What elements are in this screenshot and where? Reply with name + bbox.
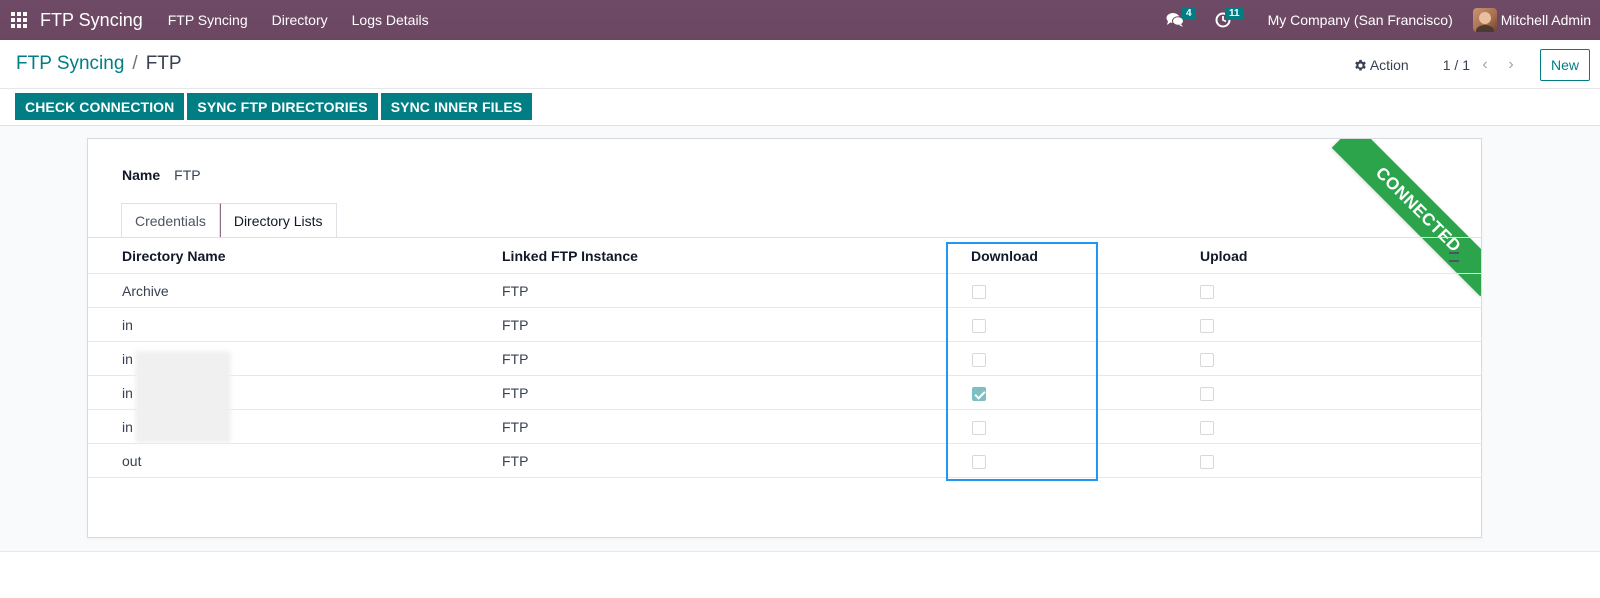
ftp-instance-cell: FTP — [502, 452, 529, 469]
download-checkbox[interactable] — [972, 454, 986, 469]
action-menu-button[interactable]: Action — [1354, 57, 1409, 73]
ftp-instance-cell: FTP — [502, 282, 529, 299]
column-header-directory-name[interactable]: Directory Name — [88, 248, 502, 264]
directory-name-cell: out — [122, 452, 142, 469]
control-panel-actions: Action 1 / 1 ‹ › New — [1354, 49, 1590, 81]
upload-checkbox[interactable] — [1200, 284, 1214, 299]
upload-checkbox[interactable] — [1200, 454, 1214, 469]
company-switcher[interactable]: My Company (San Francisco) — [1268, 12, 1453, 28]
column-header-linked-ftp-instance[interactable]: Linked FTP Instance — [502, 248, 936, 264]
breadcrumb: FTP Syncing / FTP — [16, 53, 182, 75]
name-label: Name — [122, 167, 161, 183]
download-checkbox[interactable] — [972, 420, 986, 435]
breadcrumb-current: FTP — [145, 53, 182, 74]
form-sheet: CONNECTED Name FTP Credentials Directory… — [87, 138, 1482, 538]
activities-count-badge: 11 — [1224, 7, 1244, 20]
pager-next-icon[interactable]: › — [1504, 56, 1518, 74]
header-buttons: CHECK CONNECTION SYNC FTP DIRECTORIES SY… — [15, 93, 535, 120]
tab-credentials[interactable]: Credentials — [121, 203, 220, 238]
main-menu: FTP Syncing Directory Logs Details — [156, 0, 441, 40]
action-label: Action — [1369, 57, 1409, 73]
menu-item-ftp-syncing[interactable]: FTP Syncing — [156, 0, 260, 40]
ftp-instance-cell: FTP — [502, 384, 529, 401]
menu-item-logs-details[interactable]: Logs Details — [340, 0, 441, 40]
download-checkbox[interactable] — [972, 318, 986, 333]
breadcrumb-parent-link[interactable]: FTP Syncing — [16, 53, 124, 75]
download-checkbox[interactable] — [972, 352, 986, 367]
table-header: Directory Name Linked FTP Instance Downl… — [88, 238, 1481, 274]
upload-checkbox[interactable] — [1200, 352, 1214, 367]
table-row[interactable]: in FTP — [88, 342, 1481, 376]
download-checkbox[interactable] — [972, 284, 986, 299]
name-field: Name FTP — [122, 167, 201, 183]
control-panel-divider — [0, 88, 1600, 89]
check-connection-button[interactable]: CHECK CONNECTION — [15, 93, 185, 120]
gear-icon — [1355, 59, 1366, 71]
app-brand[interactable]: FTP Syncing — [40, 10, 143, 31]
upload-checkbox[interactable] — [1200, 420, 1214, 435]
new-record-button[interactable]: New — [1539, 49, 1590, 81]
sync-ftp-directories-button[interactable]: SYNC FTP DIRECTORIES — [187, 93, 378, 120]
user-name: Mitchell Admin — [1500, 12, 1591, 28]
upload-checkbox[interactable] — [1200, 318, 1214, 333]
table-row[interactable]: Archive FTP — [88, 274, 1481, 308]
table-row[interactable]: in FTP — [88, 308, 1481, 342]
activities-button[interactable]: 11 — [1210, 0, 1244, 40]
messages-count-badge: 4 — [1182, 7, 1196, 20]
table-row[interactable]: out FTP — [88, 444, 1481, 478]
table-row[interactable]: in FTP — [88, 410, 1481, 444]
ftp-instance-cell: FTP — [502, 350, 529, 367]
name-value[interactable]: FTP — [174, 167, 200, 183]
apps-menu-icon[interactable] — [11, 12, 27, 28]
menu-item-directory[interactable]: Directory — [260, 0, 340, 40]
pager-previous-icon[interactable]: ‹ — [1478, 56, 1492, 74]
ftp-instance-cell: FTP — [502, 418, 529, 435]
directory-name-cell: Archive — [122, 282, 169, 299]
column-header-download[interactable]: Download — [936, 248, 1200, 264]
tab-directory-lists[interactable]: Directory Lists — [219, 203, 337, 238]
sync-inner-files-button[interactable]: SYNC INNER FILES — [380, 93, 533, 120]
chat-icon — [1166, 13, 1184, 27]
messages-button[interactable]: 4 — [1162, 0, 1196, 40]
ftp-instance-cell: FTP — [502, 316, 529, 333]
redacted-text-blur — [135, 351, 231, 443]
column-header-upload[interactable]: Upload — [1200, 248, 1481, 264]
table-row[interactable]: in FTP — [88, 376, 1481, 410]
directory-list-table: Directory Name Linked FTP Instance Downl… — [88, 238, 1481, 478]
navbar-systray: 4 11 My Company (San Francisco) Mitchell… — [1162, 0, 1600, 40]
user-menu[interactable]: Mitchell Admin — [1472, 8, 1591, 32]
optional-columns-toggle-icon[interactable] — [1449, 252, 1459, 262]
download-checkbox[interactable] — [972, 386, 986, 401]
upload-checkbox[interactable] — [1200, 386, 1214, 401]
bottom-area — [0, 552, 1600, 598]
breadcrumb-separator: / — [132, 53, 138, 74]
avatar — [1472, 8, 1497, 32]
control-panel: FTP Syncing / FTP Action 1 / 1 ‹ › New C… — [0, 40, 1600, 126]
directory-name-cell: in — [122, 316, 133, 333]
pager-value[interactable]: 1 / 1 — [1443, 57, 1470, 73]
notebook-tabs: Credentials Directory Lists — [121, 203, 337, 238]
top-navbar: FTP Syncing FTP Syncing Directory Logs D… — [0, 0, 1600, 40]
